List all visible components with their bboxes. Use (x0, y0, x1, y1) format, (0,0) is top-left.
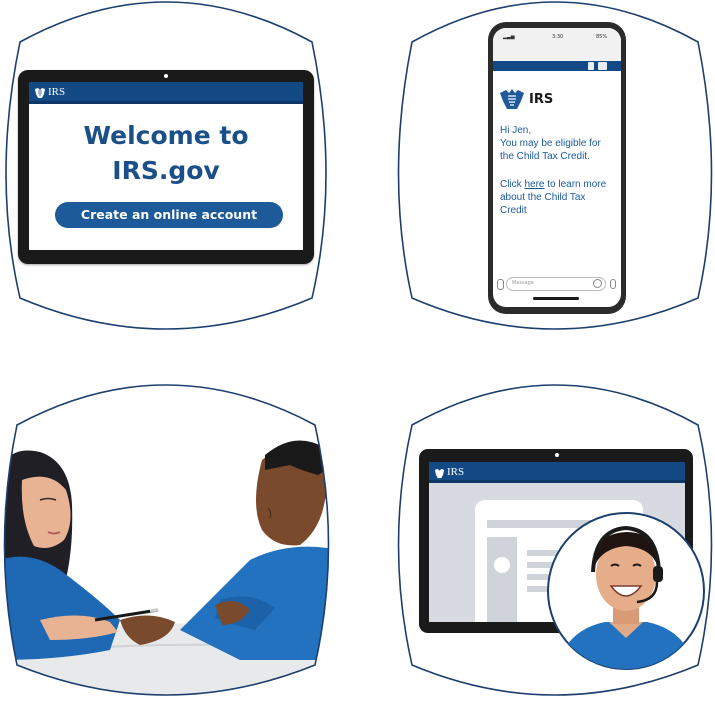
panel-in-person-help (0, 0, 340, 703)
home-indicator (533, 297, 579, 300)
in-person-illustration (3, 384, 330, 696)
mail-icon[interactable] (598, 62, 607, 70)
message-line1: You may be eligible for (500, 138, 601, 149)
signal-icon: ▂▃▅ (503, 34, 515, 40)
emoji-icon[interactable] (593, 279, 602, 288)
message-line4: about the Child Tax (500, 192, 586, 203)
agent-avatar (547, 512, 705, 670)
message-here-link[interactable]: here (524, 179, 544, 190)
irs-brand-label: IRS (447, 466, 465, 478)
irs-logo-eagle-icon (434, 466, 445, 479)
message-input-placeholder: Message (512, 280, 534, 286)
irs-logo-eagle-icon (499, 88, 525, 111)
mic-icon[interactable] (610, 279, 616, 289)
message-greeting: Hi Jen, (500, 125, 532, 136)
panel-text-message: ▂▃▅ 3:30 85% IRS Hi Jen, You may be elig… (395, 0, 715, 345)
message-click-suffix: to learn more (544, 179, 607, 190)
page-circle-icon (494, 557, 510, 573)
status-battery: 85% (596, 34, 608, 40)
status-time: 3:30 (552, 34, 564, 40)
irs-header-bar (429, 462, 685, 483)
irs-brand-label: IRS (529, 92, 554, 107)
phone-icon[interactable] (588, 62, 594, 70)
phone-status-bar (493, 28, 621, 61)
tablet-camera (555, 453, 559, 457)
attach-icon[interactable] (497, 279, 504, 290)
message-click-prefix: Click (500, 179, 525, 190)
message-line3: Click here to learn more (500, 179, 606, 192)
message-line5: Credit (500, 205, 527, 216)
panel-virtual-help: IRS (395, 345, 715, 703)
message-line2: the Child Tax Credit. (500, 151, 590, 162)
page-sidebar-block (487, 537, 517, 622)
